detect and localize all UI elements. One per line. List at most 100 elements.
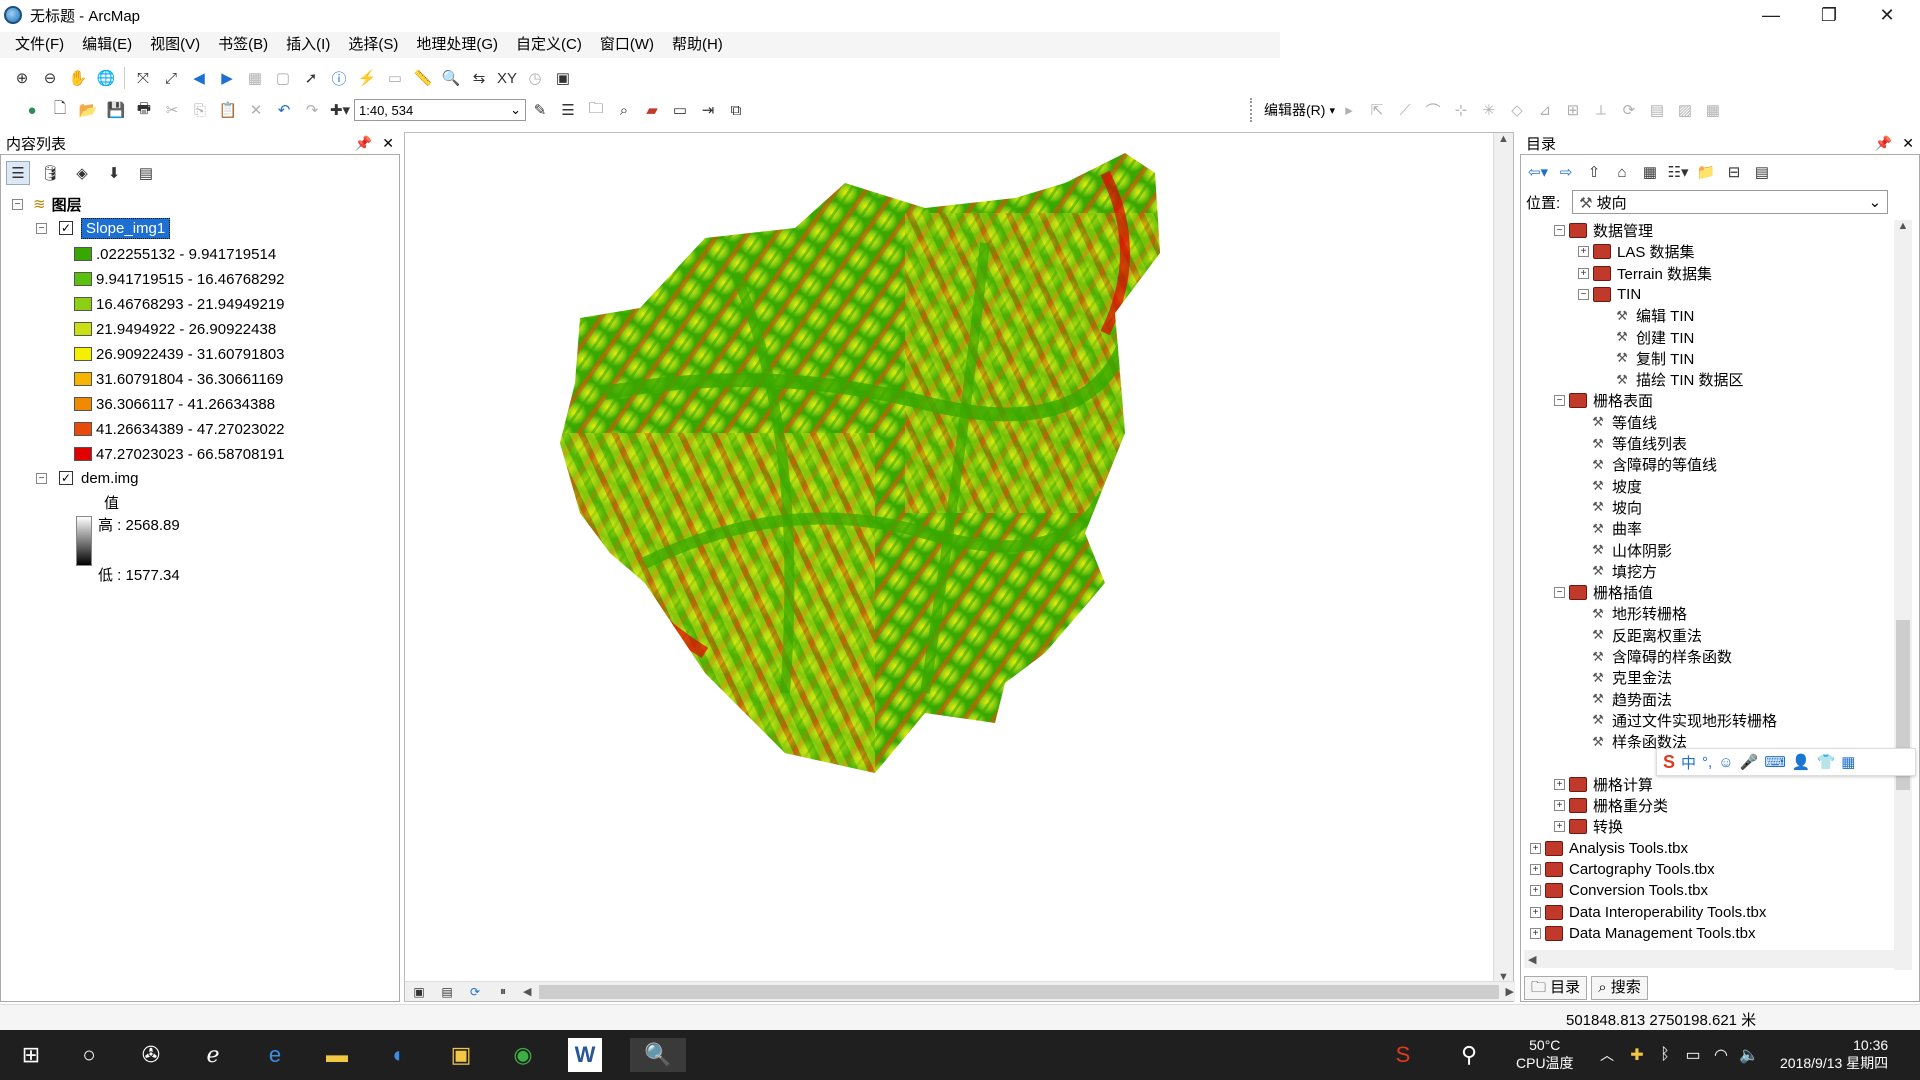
arcmap-taskbar-icon[interactable]: 🔍 bbox=[630, 1038, 686, 1072]
pause-drawing-icon[interactable]: ⏸ bbox=[491, 980, 515, 1004]
up-one-level-icon[interactable]: ⇧ bbox=[1582, 160, 1606, 184]
hyperlink-icon[interactable]: ⚡ bbox=[355, 66, 379, 90]
html-popup-icon[interactable]: ▭ bbox=[383, 66, 407, 90]
catalog-toolbox-item[interactable]: − 栅格表面 bbox=[1554, 390, 1653, 411]
map-scale-select[interactable]: 1:40, 534 ⌄ bbox=[354, 99, 526, 121]
expand-icon[interactable]: + bbox=[1530, 906, 1541, 918]
layer-visibility-checkbox[interactable]: ✓ bbox=[59, 471, 73, 485]
modelbuilder-icon[interactable]: ⇥ bbox=[696, 98, 720, 122]
layer-slope-row[interactable]: − ✓ Slope_img1 bbox=[36, 216, 171, 240]
full-extent-icon[interactable]: 🌐 bbox=[94, 66, 118, 90]
volume-icon[interactable]: 🔈 bbox=[1732, 1038, 1766, 1072]
measure-icon[interactable]: 📏 bbox=[411, 66, 435, 90]
user-icon[interactable]: 👤 bbox=[1792, 753, 1811, 771]
refresh-icon[interactable]: ⟳ bbox=[463, 980, 487, 1004]
legend-swatch[interactable] bbox=[74, 347, 92, 361]
forward-icon[interactable]: ⇨ bbox=[1554, 160, 1578, 184]
minimize-button[interactable]: — bbox=[1742, 0, 1800, 30]
expand-icon[interactable]: + bbox=[1578, 267, 1589, 279]
toggle-contents-icon[interactable]: ▦ bbox=[1638, 160, 1662, 184]
catalog-tool-item[interactable]: ⚒ 描绘 TIN 数据区 bbox=[1602, 369, 1743, 390]
catalog-toolbox-item[interactable]: + 栅格重分类 bbox=[1554, 795, 1668, 816]
menu-windows[interactable]: 窗口(W) bbox=[591, 32, 663, 58]
list-by-source-icon[interactable]: 🛢 bbox=[38, 161, 62, 185]
legend-class-row[interactable]: 47.27023023 - 66.58708191 bbox=[74, 442, 285, 466]
scroll-up-icon[interactable]: ▲ bbox=[1494, 133, 1513, 145]
paste-icon[interactable]: 📋 bbox=[216, 98, 240, 122]
reshape-icon[interactable]: ⊿ bbox=[1533, 98, 1557, 122]
restore-button[interactable]: ❐ bbox=[1800, 0, 1858, 30]
360-browser-icon[interactable]: ◉ bbox=[506, 1038, 540, 1072]
endpoint-arc-icon[interactable]: ⌒ bbox=[1421, 98, 1445, 122]
georeferencing-icon[interactable]: ⧉ bbox=[724, 98, 748, 122]
catalog-toolbox-item[interactable]: − 栅格插值 bbox=[1554, 582, 1653, 603]
layer-name[interactable]: Slope_img1 bbox=[81, 217, 171, 239]
menu-bookmarks[interactable]: 书签(B) bbox=[209, 32, 277, 58]
legend-swatch[interactable] bbox=[74, 372, 92, 386]
trace-icon[interactable]: ⊹ bbox=[1449, 98, 1473, 122]
catalog-vertical-scrollbar[interactable]: ▲ bbox=[1894, 220, 1912, 970]
catalog-tool-item[interactable]: ⚒ 通过文件实现地形转栅格 bbox=[1578, 710, 1777, 731]
legend-class-row[interactable]: 9.941719515 - 16.46768292 bbox=[74, 267, 285, 291]
find-icon[interactable]: 🔍 bbox=[439, 66, 463, 90]
scroll-left-icon[interactable]: ◀ bbox=[1524, 954, 1536, 966]
fixed-zoom-in-icon[interactable]: ⤧ bbox=[131, 66, 155, 90]
expand-icon[interactable]: + bbox=[1530, 927, 1541, 939]
catalog-toolbox-item[interactable]: + 转换 bbox=[1554, 816, 1623, 837]
catalog-tool-item[interactable]: ⚒ 复制 TIN bbox=[1602, 348, 1694, 369]
legend-swatch[interactable] bbox=[74, 447, 92, 461]
legend-class-row[interactable]: 26.90922439 - 31.60791803 bbox=[74, 342, 285, 366]
catalog-tool-item[interactable]: ⚒ 等值线 bbox=[1578, 412, 1657, 433]
time-slider-icon[interactable]: ◷ bbox=[523, 66, 547, 90]
catalog-tool-item[interactable]: ⚒ 曲率 bbox=[1578, 518, 1642, 539]
map-horizontal-scrollbar[interactable]: ▣ ▤ ⟳ ⏸ ◀ ▶ bbox=[405, 981, 1515, 1001]
legend-class-row[interactable]: 21.9494922 - 26.90922438 bbox=[74, 317, 276, 341]
redo-icon[interactable]: ↷ bbox=[300, 98, 324, 122]
collapse-icon[interactable]: − bbox=[12, 198, 23, 210]
undo-icon[interactable]: ↶ bbox=[272, 98, 296, 122]
expand-icon[interactable]: + bbox=[1554, 800, 1565, 812]
table-of-contents-icon[interactable]: ☰ bbox=[556, 98, 580, 122]
forward-extent-icon[interactable]: ▶ bbox=[215, 66, 239, 90]
list-by-selection-icon[interactable]: ⬇ bbox=[102, 161, 126, 185]
catalog-toolbox-item[interactable]: + Conversion Tools.tbx bbox=[1530, 880, 1708, 901]
edit-vertices-icon[interactable]: ◇ bbox=[1505, 98, 1529, 122]
catalog-tool-item[interactable]: ⚒ 等值线列表 bbox=[1578, 433, 1687, 454]
emoji-icon[interactable]: ☺ bbox=[1718, 754, 1733, 771]
new-document-icon[interactable]: 🗋 bbox=[48, 98, 72, 122]
legend-swatch[interactable] bbox=[74, 397, 92, 411]
menu-insert[interactable]: 插入(I) bbox=[277, 32, 339, 58]
layer-name[interactable]: dem.img bbox=[81, 470, 139, 487]
copy-icon[interactable]: ⎘ bbox=[188, 98, 212, 122]
tab-search[interactable]: ⌕ 搜索 bbox=[1591, 976, 1648, 1000]
home-icon[interactable]: ⌂ bbox=[1610, 160, 1634, 184]
tab-catalog[interactable]: 🗀 目录 bbox=[1524, 976, 1588, 1000]
attributes-icon[interactable]: ▤ bbox=[1645, 98, 1669, 122]
cortana-search-icon[interactable]: ○ bbox=[72, 1038, 106, 1072]
options-icon[interactable]: ▤ bbox=[1750, 160, 1774, 184]
catalog-tool-item[interactable]: ⚒ 反距离权重法 bbox=[1578, 625, 1702, 646]
layer-visibility-checkbox[interactable]: ✓ bbox=[59, 221, 73, 235]
toolbar-grip[interactable] bbox=[1250, 98, 1256, 122]
collapse-icon[interactable]: − bbox=[1554, 225, 1565, 236]
search-window-icon[interactable]: ⌕ bbox=[612, 98, 636, 122]
python-window-icon[interactable]: ▭ bbox=[668, 98, 692, 122]
tray-expand-icon[interactable]: ︿ bbox=[1590, 1038, 1624, 1072]
find-route-icon[interactable]: ⇆ bbox=[467, 66, 491, 90]
catalog-tool-item[interactable]: ⚒ 填挖方 bbox=[1578, 561, 1657, 582]
punctuation-icon[interactable]: °, bbox=[1702, 754, 1712, 771]
menu-edit[interactable]: 编辑(E) bbox=[73, 32, 141, 58]
catalog-toolbox-item[interactable]: − 数据管理 bbox=[1554, 220, 1653, 241]
editor-toolbar-icon[interactable]: ✎ bbox=[528, 98, 552, 122]
zoom-out-icon[interactable]: ⊖ bbox=[38, 66, 62, 90]
catalog-toolbox-item[interactable]: − TIN bbox=[1578, 284, 1641, 305]
list-by-visibility-icon[interactable]: ◈ bbox=[70, 161, 94, 185]
catalog-toolbox-item[interactable]: + Terrain 数据集 bbox=[1578, 263, 1712, 284]
catalog-tool-item[interactable]: ⚒ 地形转栅格 bbox=[1578, 603, 1687, 624]
people-icon[interactable]: ⚲ bbox=[1452, 1038, 1486, 1072]
collapse-icon[interactable]: − bbox=[36, 472, 47, 484]
expand-icon[interactable]: + bbox=[1530, 885, 1541, 897]
layers-group-row[interactable]: − ≋ 图层 bbox=[12, 192, 82, 216]
toggle-tree-icon[interactable]: ⊟ bbox=[1722, 160, 1746, 184]
catalog-toolbox-item[interactable]: + Cartography Tools.tbx bbox=[1530, 859, 1715, 880]
